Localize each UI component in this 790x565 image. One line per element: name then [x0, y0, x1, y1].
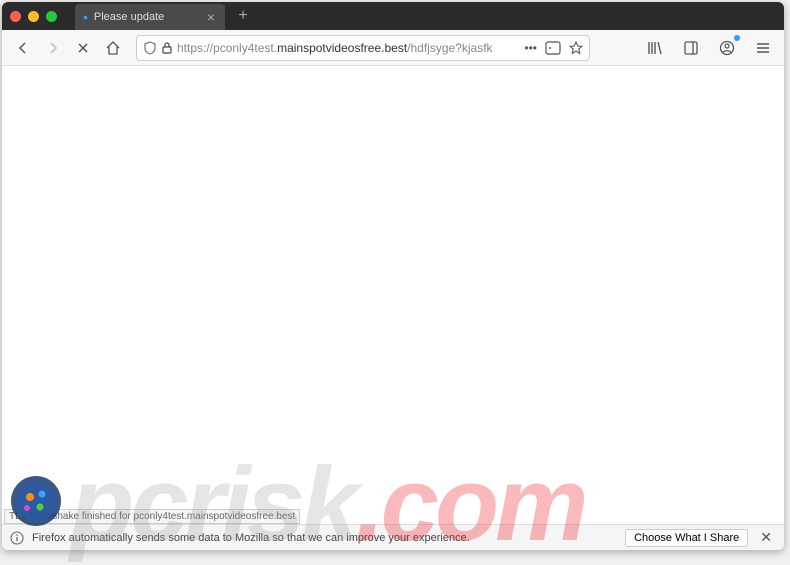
- back-button[interactable]: [10, 35, 36, 61]
- notification-dot-icon: [734, 35, 740, 41]
- navigation-bar: https://pconly4test.mainspotvideosfree.b…: [2, 30, 784, 66]
- toolbar-right: [642, 35, 776, 61]
- reader-mode-icon[interactable]: [545, 41, 561, 55]
- url-bar[interactable]: https://pconly4test.mainspotvideosfree.b…: [136, 35, 590, 61]
- menu-button[interactable]: [750, 35, 776, 61]
- status-bar: TLS handshake finished for pconly4test.m…: [4, 509, 300, 524]
- data-notice-bar: Firefox automatically sends some data to…: [2, 524, 784, 550]
- close-tab-button[interactable]: ×: [205, 9, 217, 25]
- browser-window: • Please update × + https://pconly: [2, 2, 784, 550]
- maximize-window-button[interactable]: [46, 11, 57, 22]
- close-notice-button[interactable]: ✕: [756, 529, 776, 546]
- page-actions-button[interactable]: •••: [524, 41, 537, 55]
- tab-title: Please update: [94, 11, 164, 23]
- choose-share-button[interactable]: Choose What I Share: [625, 529, 748, 547]
- bookmark-star-icon[interactable]: [569, 41, 583, 55]
- info-icon: [10, 531, 24, 545]
- notice-text: Firefox automatically sends some data to…: [32, 532, 470, 544]
- url-text: https://pconly4test.mainspotvideosfree.b…: [177, 41, 520, 55]
- close-window-button[interactable]: [10, 11, 21, 22]
- shield-icon[interactable]: [143, 41, 157, 55]
- tab-active[interactable]: • Please update ×: [75, 4, 225, 30]
- tab-bar: • Please update × +: [2, 2, 784, 30]
- library-button[interactable]: [642, 35, 668, 61]
- loading-indicator-icon: •: [83, 10, 88, 24]
- page-content: [2, 66, 784, 524]
- new-tab-button[interactable]: +: [231, 4, 255, 28]
- window-controls: [10, 11, 57, 22]
- stop-button[interactable]: [70, 35, 96, 61]
- minimize-window-button[interactable]: [28, 11, 39, 22]
- sidebar-button[interactable]: [678, 35, 704, 61]
- profile-button[interactable]: [714, 35, 740, 61]
- home-button[interactable]: [100, 35, 126, 61]
- forward-button[interactable]: [40, 35, 66, 61]
- lock-icon[interactable]: [161, 41, 173, 55]
